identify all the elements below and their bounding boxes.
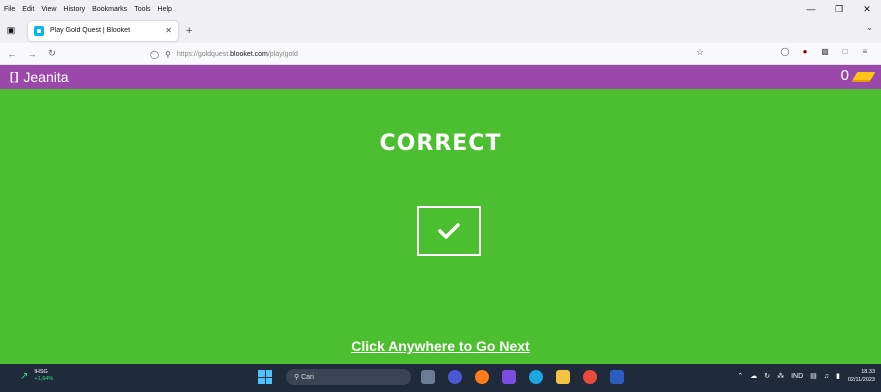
menu-bookmarks[interactable]: Bookmarks	[92, 6, 127, 13]
close-tab-icon[interactable]: ✕	[165, 26, 172, 35]
gold-bar-icon	[852, 71, 876, 80]
stock-change: +1,64%	[34, 376, 54, 382]
clock-date: 02/11/2023	[847, 377, 875, 383]
tab-blooket[interactable]: Play Gold Quest | Blooket ✕	[28, 20, 178, 41]
menu-view[interactable]: View	[41, 6, 56, 13]
restore-icon[interactable]: ❐	[825, 4, 853, 15]
firefox-icon[interactable]	[475, 370, 489, 384]
battery-icon[interactable]: ▮	[836, 372, 840, 380]
menu-bar: File Edit View History Bookmarks Tools H…	[0, 0, 881, 18]
word-icon[interactable]	[610, 370, 624, 384]
volume-icon[interactable]: ♫	[824, 373, 829, 380]
close-window-icon[interactable]: ✕	[853, 4, 881, 15]
game-area[interactable]: CORRECT Click Anywhere to Go Next	[0, 89, 881, 364]
windows-start-icon[interactable]	[258, 370, 272, 384]
bluetooth-icon[interactable]: ⁂	[777, 372, 784, 380]
menu-file[interactable]: File	[4, 6, 15, 13]
player-name: Jeanita	[23, 69, 69, 85]
chevron-down-icon[interactable]: ⌄	[866, 23, 873, 32]
lock-icon[interactable]: ⚲	[165, 50, 171, 59]
forward-icon[interactable]: →	[24, 49, 40, 59]
pocket-icon[interactable]: ◯	[775, 47, 795, 56]
sync-icon[interactable]: ↻	[764, 372, 770, 380]
studio-app-icon[interactable]	[502, 370, 516, 384]
result-title: CORRECT	[379, 131, 502, 156]
navigation-bar: ← → ↻ ◯ ⚲ https://goldquest.blooket.com/…	[0, 43, 881, 65]
gold-count: 0	[840, 67, 849, 84]
cloud-icon[interactable]: ☁	[750, 372, 757, 380]
chevron-up-icon[interactable]: ⌃	[737, 372, 743, 380]
system-tray: ⌃ ☁ ↻ ⁂ IND ▤ ♫ ▮ 18.33 02/11/2023	[730, 368, 875, 384]
trend-up-icon: ↗	[20, 370, 29, 382]
share-icon[interactable]: □	[835, 47, 855, 56]
blooket-favicon-icon	[34, 25, 44, 36]
extensions-area: ◯ ● ▩ □ ≡	[775, 47, 875, 56]
tracking-shield-icon[interactable]: ◯	[150, 50, 159, 59]
stock-widget[interactable]: ↗ IHSG +1,64%	[20, 369, 53, 383]
url-text: https://goldquest.blooket.com/play/gold	[176, 50, 298, 58]
checkmark-icon	[417, 206, 481, 256]
window-controls: — ❐ ✕	[797, 0, 881, 18]
clock-time: 18.33	[861, 369, 875, 375]
taskbar: ↗ IHSG +1,64% ⚲ Cari ⌃ ☁ ↻ ⁂ IND ▤ ♫ ▮ 1…	[0, 364, 881, 392]
menu-history[interactable]: History	[63, 6, 85, 13]
search-icon: ⚲	[294, 374, 302, 381]
url-bar[interactable]: ◯ ⚲ https://goldquest.blooket.com/play/g…	[150, 46, 710, 62]
ublock-shield-icon[interactable]: ●	[795, 47, 815, 56]
stock-name: IHSG	[34, 369, 48, 375]
search-label: Cari	[301, 373, 314, 381]
chrome-icon[interactable]	[583, 370, 597, 384]
network-icon[interactable]: ▤	[810, 372, 817, 380]
teams-camera-icon[interactable]	[448, 370, 462, 384]
next-link[interactable]: Click Anywhere to Go Next	[0, 338, 881, 354]
game-header: [ ] Jeanita 0	[0, 65, 881, 89]
edge-icon[interactable]	[529, 370, 543, 384]
menu-tools[interactable]: Tools	[134, 6, 150, 13]
new-tab-icon[interactable]: +	[186, 25, 192, 37]
language-indicator[interactable]: IND	[791, 373, 803, 380]
taskbar-search[interactable]: ⚲ Cari	[286, 369, 411, 385]
gold-counter: 0	[840, 67, 876, 84]
tab-title: Play Gold Quest | Blooket	[50, 27, 131, 34]
reload-icon[interactable]: ↻	[44, 48, 60, 59]
file-explorer-gallery-icon[interactable]	[421, 370, 435, 384]
minimize-icon[interactable]: —	[797, 4, 825, 14]
tab-list-icon[interactable]: ▣	[0, 25, 22, 36]
clock[interactable]: 18.33 02/11/2023	[848, 368, 875, 384]
tab-strip: ▣ Play Gold Quest | Blooket ✕ + ⌄	[0, 18, 881, 43]
menu-help[interactable]: Help	[158, 6, 172, 13]
back-icon[interactable]: ←	[4, 49, 20, 59]
folder-icon[interactable]	[556, 370, 570, 384]
extension-icon[interactable]: ▩	[815, 47, 835, 56]
taskbar-apps: ⚲ Cari	[258, 369, 637, 385]
bookmark-star-icon[interactable]: ☆	[696, 47, 704, 58]
fullscreen-icon[interactable]: [ ]	[10, 71, 18, 83]
hamburger-menu-icon[interactable]: ≡	[855, 47, 875, 56]
menu-edit[interactable]: Edit	[22, 6, 34, 13]
